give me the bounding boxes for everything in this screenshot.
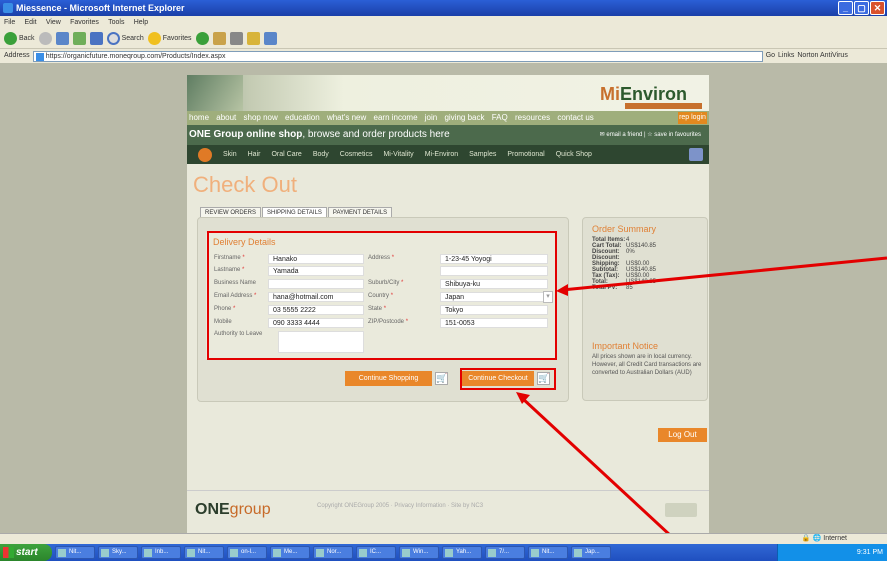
taskbar: start Nit... Sky... Inb... Nit... on-l..…: [0, 544, 887, 561]
taskbar-item[interactable]: 7/...: [485, 546, 525, 559]
status-bar: 🔒 🌐 Internet: [0, 533, 887, 544]
taskbar-item[interactable]: Nit...: [55, 546, 95, 559]
taskbar-item[interactable]: Nit...: [528, 546, 568, 559]
taskbar-item[interactable]: Win...: [399, 546, 439, 559]
taskbar-item[interactable]: Inb...: [141, 546, 181, 559]
taskbar-item[interactable]: Yah...: [442, 546, 482, 559]
annotation-arrows: [516, 256, 887, 561]
arrow-to-delivery: [561, 256, 887, 292]
taskbar-item[interactable]: Me...: [270, 546, 310, 559]
start-button[interactable]: start: [0, 544, 52, 561]
security-zone: 🔒 🌐 Internet: [801, 535, 847, 542]
taskbar-item[interactable]: Jap...: [571, 546, 611, 559]
taskbar-item[interactable]: IC...: [356, 546, 396, 559]
taskbar-item[interactable]: Nor...: [313, 546, 353, 559]
taskbar-item[interactable]: on-l...: [227, 546, 267, 559]
system-tray: 9:31 PM: [777, 544, 887, 561]
taskbar-item[interactable]: Nit...: [184, 546, 224, 559]
clock: 9:31 PM: [856, 549, 883, 556]
windows-flag-icon: [3, 547, 14, 558]
taskbar-item[interactable]: Sky...: [98, 546, 138, 559]
arrowhead-delivery: [556, 284, 568, 296]
